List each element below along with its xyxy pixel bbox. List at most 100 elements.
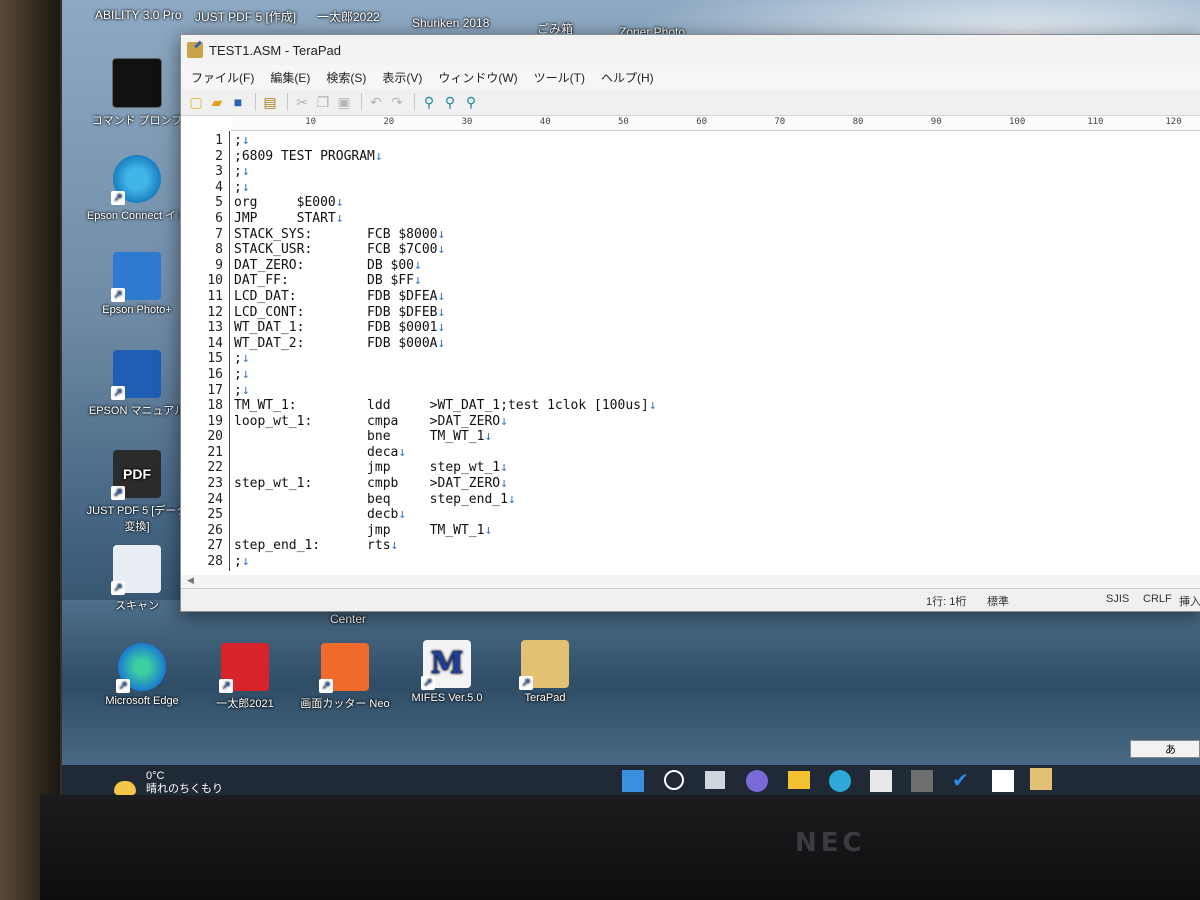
code-text[interactable]: ;↓ ;6809 TEST PROGRAM↓ ;↓ ;↓ org $E000↓ JMP S… (230, 131, 657, 571)
code-line[interactable]: WT_DAT_1: FDB $0001↓ (234, 320, 657, 336)
newline-mark-icon: ↓ (241, 133, 250, 148)
terapad-window[interactable]: TEST1.ASM - TeraPad ファイル(F) 編集(E) 検索(S) … (180, 34, 1200, 612)
chat-icon[interactable] (746, 770, 768, 792)
code-line[interactable]: STACK_USR: FCB $7C00↓ (234, 242, 657, 258)
scroll-left-icon[interactable]: ◀ (187, 575, 194, 586)
desktop-icon-label: 画面カッター Neo (300, 698, 390, 710)
code-line[interactable]: DAT_FF: DB $FF↓ (234, 273, 657, 289)
code-line[interactable]: ;↓ (234, 180, 657, 196)
desktop-icon-justpdf-convert[interactable]: PDF ↗ JUST PDF 5 [データ変換] (82, 450, 192, 534)
code-line[interactable]: ;↓ (234, 383, 657, 399)
find-prev-icon[interactable]: ⚲ (462, 93, 480, 111)
open-folder-icon[interactable]: ▰ (208, 93, 226, 111)
desktop-icon-ichitaro-2021[interactable]: ↗ 一太郎2021 (190, 643, 300, 711)
code-line[interactable]: beq step_end_1↓ (234, 492, 657, 508)
task-view-icon[interactable] (705, 771, 725, 789)
code-line[interactable]: WT_DAT_2: FDB $000A↓ (234, 336, 657, 352)
start-icon[interactable] (622, 770, 644, 792)
code-line[interactable]: STACK_SYS: FCB $8000↓ (234, 227, 657, 243)
code-line[interactable]: loop_wt_1: cmpa >DAT_ZERO↓ (234, 414, 657, 430)
ime-indicator[interactable]: あ (1130, 740, 1200, 758)
desktop-icon-epson-photo[interactable]: ↗ Epson Photo+ (82, 252, 192, 316)
menu-help[interactable]: ヘルプ(H) (593, 67, 662, 88)
code-line[interactable]: ;↓ (234, 351, 657, 367)
folder-icon[interactable] (788, 771, 810, 789)
code-line-text: TM_WT_1: ldd >WT_DAT_1;test 1clok [100us… (234, 398, 649, 414)
redo-icon[interactable]: ↷ (388, 93, 406, 111)
desktop-label-shuriken[interactable]: Shuriken 2018 (412, 16, 489, 30)
menu-view[interactable]: 表示(V) (374, 67, 430, 88)
weather-widget[interactable]: 0°C 晴れのちくもり (146, 770, 223, 795)
newline-mark-icon: ↓ (484, 522, 493, 538)
desktop-icon-terapad[interactable]: ↗ TeraPad (490, 640, 600, 704)
edge-style-icon: ↗ (111, 155, 161, 205)
code-line[interactable]: LCD_CONT: FDB $DFEB↓ (234, 305, 657, 321)
code-line[interactable]: bne TM_WT_1↓ (234, 429, 657, 445)
undo-icon[interactable]: ↶ (367, 93, 385, 111)
code-line-text: STACK_SYS: FCB $8000 (234, 226, 438, 242)
search-icon[interactable] (664, 770, 684, 790)
code-line[interactable]: ;↓ (234, 133, 657, 149)
find-next-icon[interactable]: ⚲ (441, 93, 459, 111)
menu-search[interactable]: 検索(S) (318, 67, 374, 88)
desktop-icon-scan[interactable]: ↗ スキャン (82, 545, 192, 613)
desktop-label-ichitaro-2022[interactable]: 一太郎2022 (317, 8, 380, 25)
edit-mode: 標準 (987, 596, 1009, 608)
code-line[interactable]: JMP START↓ (234, 211, 657, 227)
desktop-icon-label: Microsoft Edge (105, 695, 179, 707)
cutter-icon: ↗ (319, 643, 369, 693)
code-line[interactable]: ;↓ (234, 367, 657, 383)
code-line[interactable]: ;↓ (234, 164, 657, 180)
app2-icon[interactable] (992, 770, 1014, 792)
edge-taskbar-icon[interactable] (829, 770, 851, 792)
menu-file[interactable]: ファイル(F) (183, 67, 262, 88)
desktop-icon-edge[interactable]: ↗ Microsoft Edge (87, 643, 197, 707)
toolbar: ▢ ▰ ■ ▤ ✂ ❐ ▣ ↶ ↷ ⚲ ⚲ ⚲ (181, 89, 1200, 116)
find-icon[interactable]: ⚲ (420, 93, 438, 111)
desktop-label-ability[interactable]: ABILITY 3.0 Pro (95, 8, 182, 22)
store-icon[interactable] (870, 770, 892, 792)
code-line[interactable]: ;6809 TEST PROGRAM↓ (234, 149, 657, 165)
terapad-taskbar-icon[interactable] (1030, 768, 1052, 790)
menu-tools[interactable]: ツール(T) (526, 67, 593, 88)
save-icon[interactable]: ■ (229, 93, 247, 111)
checkmark-icon[interactable]: ✔ (952, 770, 974, 792)
app-icon[interactable] (911, 770, 933, 792)
menu-edit[interactable]: 編集(E) (262, 67, 318, 88)
menu-window[interactable]: ウィンドウ(W) (430, 67, 525, 88)
code-line[interactable]: jmp step_wt_1↓ (234, 460, 657, 476)
new-file-icon[interactable]: ▢ (187, 93, 205, 111)
copy-icon[interactable]: ❐ (314, 93, 332, 111)
window-titlebar[interactable]: TEST1.ASM - TeraPad (181, 35, 1200, 65)
code-line[interactable]: TM_WT_1: ldd >WT_DAT_1;test 1clok [100us… (234, 398, 657, 414)
line-number: 5 (215, 195, 223, 211)
code-line[interactable]: LCD_DAT: FDB $DFEA↓ (234, 289, 657, 305)
desktop-icon-command-prompt[interactable]: コマンド プロンプ (82, 58, 192, 128)
code-line[interactable]: decb↓ (234, 507, 657, 523)
code-line[interactable]: DAT_ZERO: DB $00↓ (234, 258, 657, 274)
code-line[interactable]: step_end_1: rts↓ (234, 538, 657, 554)
code-line[interactable]: step_wt_1: cmpb >DAT_ZERO↓ (234, 476, 657, 492)
editor-area[interactable]: 1 2 3 4 5 6 7 8 9 10 11 12 13 14 15 16 17 18 19 20 21 22 23 24 2… (181, 131, 1200, 571)
desktop-icon-epson-connect[interactable]: ↗ Epson Connect イト (82, 155, 192, 223)
desktop-label-justpdf-create[interactable]: JUST PDF 5 [作成] (195, 8, 296, 25)
newline-mark-icon: ↓ (335, 210, 344, 226)
code-line[interactable]: org $E000↓ (234, 195, 657, 211)
desktop-icon-label: コマンド プロンプ (91, 115, 183, 127)
desktop-icon-mifes[interactable]: M ↗ MIFES Ver.5.0 (392, 640, 502, 704)
desktop-icon-epson-manual[interactable]: ↗ EPSON マニュアル (82, 350, 192, 418)
code-line-text: DAT_FF: DB $FF (234, 273, 415, 289)
code-line[interactable]: deca↓ (234, 445, 657, 461)
desktop-icon-screen-cutter[interactable]: ↗ 画面カッター Neo (290, 643, 400, 711)
cut-icon[interactable]: ✂ (293, 93, 311, 111)
code-line-text: ; (234, 382, 242, 398)
code-line-text: ; (234, 554, 242, 570)
paste-icon[interactable]: ▣ (335, 93, 353, 111)
line-number: 15 (207, 351, 223, 367)
encoding[interactable]: SJIS (1106, 593, 1129, 605)
code-line[interactable]: ;↓ (234, 554, 657, 570)
code-line[interactable]: jmp TM_WT_1↓ (234, 523, 657, 539)
print-icon[interactable]: ▤ (261, 93, 279, 111)
line-ending[interactable]: CRLF (1143, 593, 1172, 605)
horizontal-scrollbar[interactable]: ◀ (181, 575, 1200, 589)
